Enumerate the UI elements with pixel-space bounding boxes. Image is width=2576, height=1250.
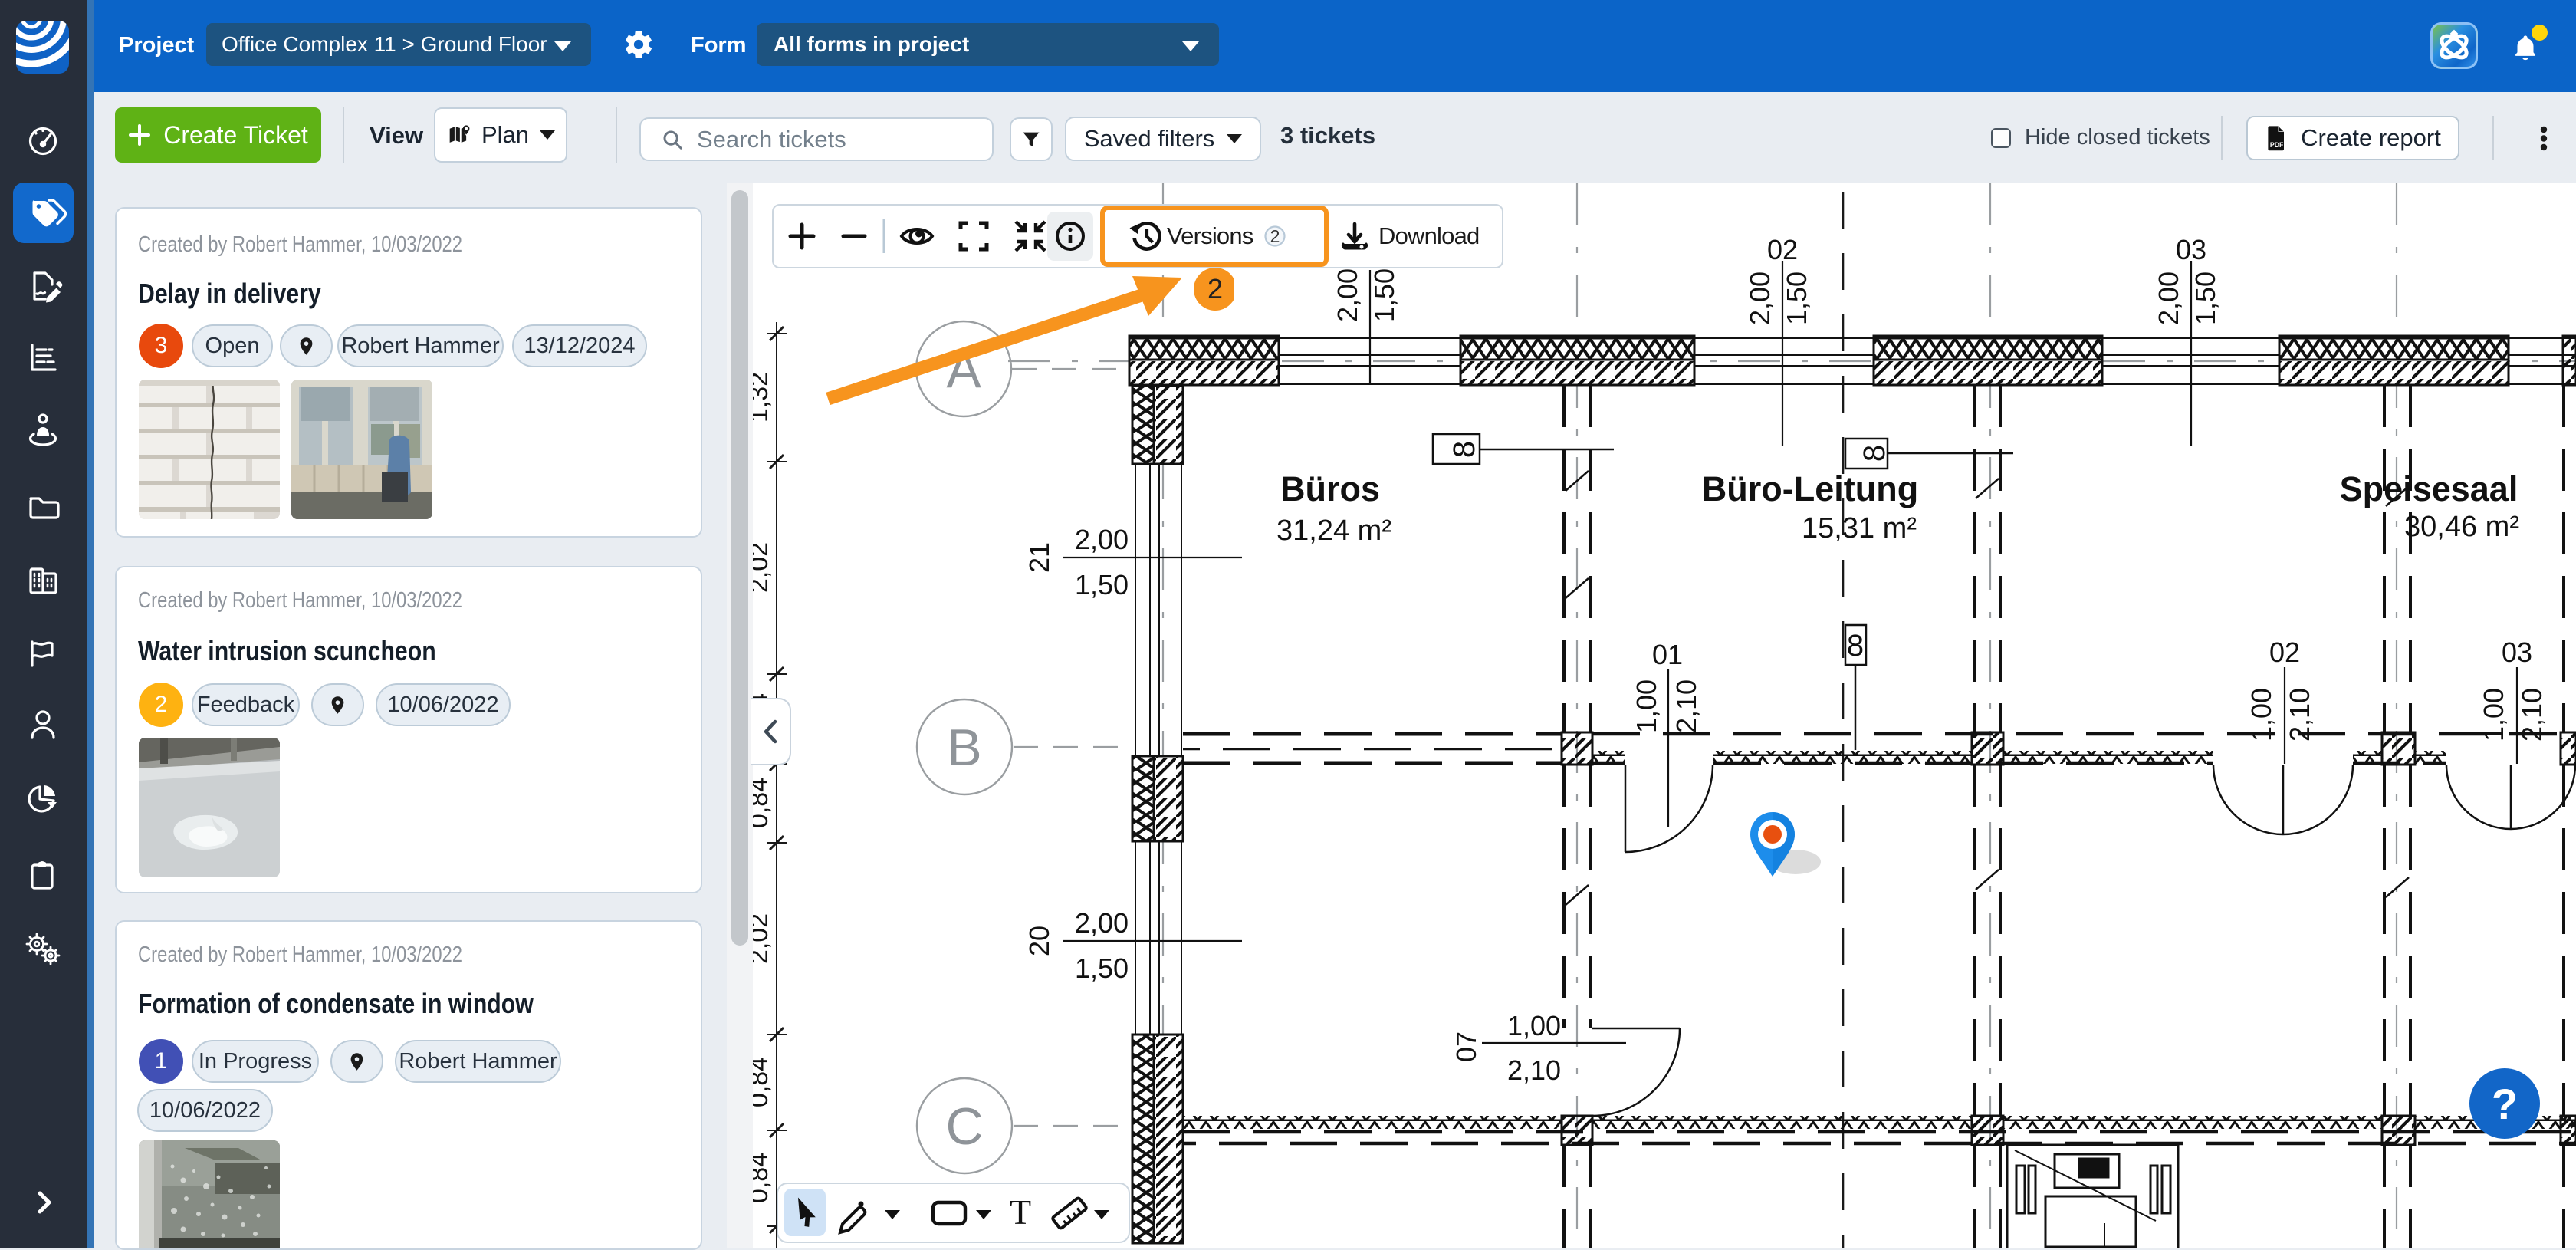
svg-text:01: 01 bbox=[1652, 639, 1683, 670]
svg-text:1,00: 1,00 bbox=[1507, 1010, 1561, 1041]
svg-text:Speisesaal: Speisesaal bbox=[2340, 469, 2518, 508]
svg-text:8: 8 bbox=[1858, 445, 1891, 462]
svg-text:2: 2 bbox=[1208, 273, 1223, 304]
svg-text:1,50: 1,50 bbox=[1781, 271, 1812, 325]
svg-text:31,24 m²: 31,24 m² bbox=[1276, 515, 1392, 547]
svg-text:Büros: Büros bbox=[1280, 469, 1380, 508]
svg-text:Download: Download bbox=[1378, 222, 1479, 249]
svg-text:Büro-Leitung: Büro-Leitung bbox=[1702, 469, 1918, 508]
svg-text:C: C bbox=[945, 1097, 983, 1156]
svg-text:2,02: 2,02 bbox=[753, 542, 774, 593]
svg-text:2,00: 2,00 bbox=[1075, 907, 1129, 939]
svg-text:2,10: 2,10 bbox=[2516, 688, 2548, 742]
svg-text:1,50: 1,50 bbox=[1075, 952, 1129, 984]
svg-text:2,02: 2,02 bbox=[753, 913, 774, 964]
svg-text:1,00: 1,00 bbox=[2246, 688, 2277, 742]
svg-text:15,31 m²: 15,31 m² bbox=[1802, 512, 1917, 544]
svg-text:2,00: 2,00 bbox=[2153, 271, 2184, 325]
svg-text:2,10: 2,10 bbox=[1507, 1054, 1561, 1086]
svg-text:02: 02 bbox=[1767, 234, 1798, 265]
svg-text:2,00: 2,00 bbox=[1075, 524, 1129, 555]
svg-text:2,10: 2,10 bbox=[2284, 688, 2315, 742]
svg-text:B: B bbox=[947, 719, 981, 777]
svg-text:0,84: 0,84 bbox=[753, 1153, 774, 1203]
svg-text:1,00: 1,00 bbox=[1631, 679, 1662, 733]
svg-text:21: 21 bbox=[1024, 542, 1055, 573]
svg-text:0,84: 0,84 bbox=[753, 778, 774, 828]
svg-text:03: 03 bbox=[2176, 234, 2206, 265]
svg-text:2,00: 2,00 bbox=[1332, 268, 1363, 322]
svg-text:PDF: PDF bbox=[2270, 141, 2284, 149]
svg-text:2,10: 2,10 bbox=[1671, 679, 1702, 733]
svg-text:1,00: 1,00 bbox=[2478, 688, 2509, 742]
svg-text:2,00: 2,00 bbox=[1744, 271, 1776, 325]
svg-text:1,32: 1,32 bbox=[753, 372, 774, 423]
svg-text:1,50: 1,50 bbox=[2190, 271, 2221, 325]
svg-text:20: 20 bbox=[1024, 926, 1055, 956]
svg-text:02: 02 bbox=[2269, 637, 2300, 668]
svg-text:07: 07 bbox=[1451, 1031, 1482, 1062]
svg-text:0,84: 0,84 bbox=[753, 1057, 774, 1107]
svg-text:8: 8 bbox=[1447, 441, 1481, 458]
svg-text:1,50: 1,50 bbox=[1075, 569, 1129, 600]
svg-text:30,46 m²: 30,46 m² bbox=[2404, 511, 2519, 543]
svg-text:03: 03 bbox=[2502, 637, 2532, 668]
svg-text:T: T bbox=[1010, 1192, 1031, 1232]
svg-text:1,50: 1,50 bbox=[1368, 268, 1400, 322]
svg-text:8: 8 bbox=[1847, 629, 1864, 663]
